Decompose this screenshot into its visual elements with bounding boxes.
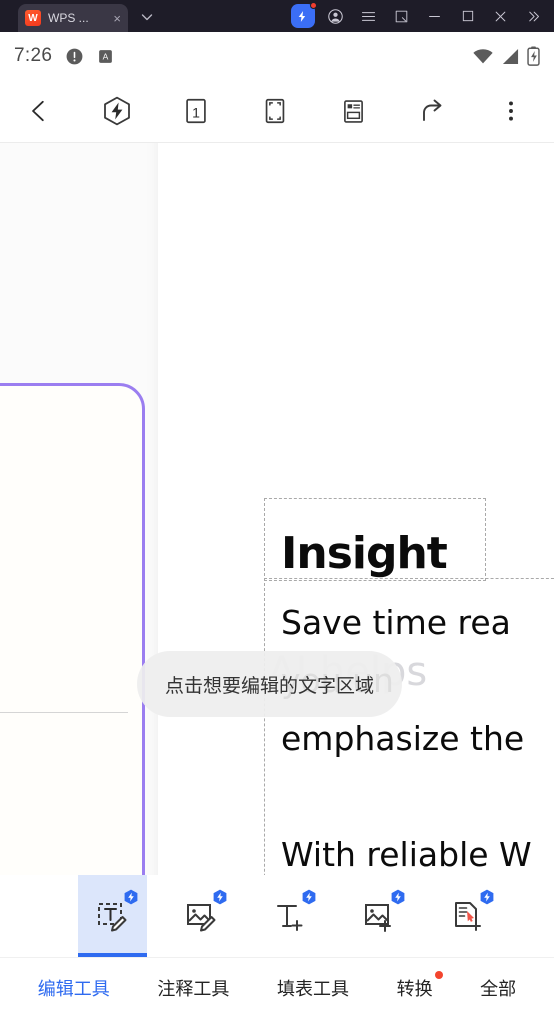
- page-box-icon: 1: [186, 98, 206, 124]
- wifi-icon: [472, 48, 494, 65]
- text-region-selection-body[interactable]: [264, 578, 554, 875]
- tab-annotate-tools[interactable]: 注释工具: [155, 971, 231, 1005]
- tool-strip: [0, 875, 554, 957]
- minimize-button[interactable]: [418, 0, 451, 32]
- tab-label: 编辑工具: [37, 979, 110, 1000]
- list-item: e, targeting: [0, 626, 128, 656]
- tab-label: 转换: [396, 979, 433, 1000]
- browser-titlebar: W WPS ... ×: [0, 0, 554, 32]
- tab-form-tools[interactable]: 填表工具: [275, 971, 351, 1005]
- wps-logo-icon: W: [25, 10, 41, 26]
- share-button[interactable]: [410, 89, 454, 133]
- maximize-icon: [462, 10, 473, 22]
- alert-circle-icon: [65, 47, 84, 66]
- window-controls: [286, 0, 550, 32]
- crop-scan-button[interactable]: [253, 89, 297, 133]
- ai-hexagon-button[interactable]: [95, 89, 139, 133]
- cellular-signal-icon: [501, 48, 520, 65]
- ai-lightning-badge: [479, 889, 495, 905]
- menu-button[interactable]: [352, 0, 385, 32]
- list-item: igerian: [0, 656, 128, 686]
- toolbar-icons: 1: [78, 89, 554, 133]
- bottom-tab-bar: 编辑工具 注释工具 填表工具 转换 全部: [0, 957, 554, 1018]
- status-badge: [434, 971, 443, 979]
- tab-edit-tools[interactable]: 编辑工具: [36, 971, 112, 1005]
- double-chevron-right-icon: [529, 11, 539, 21]
- ai-lightning-badge: [301, 889, 317, 905]
- browser-tab-title: WPS ...: [48, 11, 89, 25]
- outline-button[interactable]: [331, 89, 375, 133]
- hamburger-icon: [361, 11, 376, 21]
- tab-label: 全部: [480, 979, 517, 1000]
- list-item: ia is an: [0, 416, 128, 446]
- edit-text-tool[interactable]: [78, 875, 147, 957]
- document-viewer[interactable]: ia is an vith a strong e in various d be…: [0, 143, 554, 875]
- app-toolbar: 1: [0, 80, 554, 142]
- app-root: W WPS ... × 7:26 A 1 Insight Save time r…: [0, 0, 554, 1018]
- phone-status-bar: 7:26 A: [0, 32, 554, 80]
- edit-hint-tooltip: 点击想要编辑的文字区域: [137, 651, 403, 717]
- browser-tab[interactable]: W WPS ... ×: [18, 4, 128, 32]
- lightning-icon: [298, 10, 306, 22]
- three-dots-vertical-icon: [508, 101, 513, 121]
- ai-lightning-badge: [212, 889, 228, 905]
- add-text-tool[interactable]: [256, 875, 325, 957]
- notification-dot: [309, 2, 317, 9]
- document-page-previous[interactable]: ia is an vith a strong e in various d be…: [0, 383, 145, 875]
- tab-label: 注释工具: [157, 979, 230, 1000]
- text-region-selection-title[interactable]: [264, 498, 486, 581]
- close-button[interactable]: [484, 0, 517, 32]
- back-chevron-icon: [32, 100, 44, 122]
- page-number-label: 1: [192, 105, 200, 121]
- battery-charging-icon: [527, 46, 540, 66]
- tab-all[interactable]: 全部: [478, 971, 518, 1005]
- add-page-tool[interactable]: [434, 875, 503, 957]
- hexagon-lightning-icon: [104, 96, 131, 126]
- ai-lightning-button[interactable]: [286, 0, 319, 32]
- edit-image-tool[interactable]: [167, 875, 236, 957]
- ai-lightning-badge: [123, 889, 139, 905]
- minimize-icon: [429, 15, 440, 17]
- crop-frame-icon: [265, 98, 284, 124]
- status-time: 7:26: [14, 45, 53, 66]
- close-icon: [495, 11, 506, 21]
- edit-hint-text: 点击想要编辑的文字区域: [165, 674, 375, 697]
- account-avatar[interactable]: [319, 0, 352, 32]
- a-box-icon: A: [97, 48, 114, 65]
- status-right-icons: [472, 46, 540, 66]
- add-image-tool[interactable]: [345, 875, 414, 957]
- screenshot-button[interactable]: [385, 0, 418, 32]
- list-item: ooth: [0, 596, 128, 626]
- divider: [0, 712, 128, 713]
- person-circle-icon: [328, 8, 343, 24]
- share-arrow-icon: [423, 99, 442, 121]
- tab-label: 填表工具: [276, 979, 349, 1000]
- chevron-down-icon[interactable]: [138, 8, 156, 26]
- list-item: vith a strong: [0, 446, 128, 476]
- document-outline-icon: [343, 99, 363, 123]
- ai-lightning-badge: [390, 889, 406, 905]
- list-item: product: [0, 735, 128, 765]
- svg-text:A: A: [103, 51, 109, 61]
- close-icon[interactable]: ×: [113, 12, 121, 25]
- list-item: d beverage.: [0, 506, 128, 536]
- maximize-button[interactable]: [451, 0, 484, 32]
- list-item: their: [0, 536, 128, 566]
- back-button[interactable]: [0, 98, 78, 124]
- tab-convert[interactable]: 转换: [395, 971, 443, 1005]
- more-button[interactable]: [489, 89, 533, 133]
- list-item: e in various: [0, 476, 128, 506]
- page-number-button[interactable]: 1: [174, 89, 218, 133]
- list-item: cing a new: [0, 566, 128, 596]
- capture-frame-icon: [395, 10, 408, 22]
- overflow-button[interactable]: [517, 0, 550, 32]
- list-item: ue to the: [0, 765, 128, 795]
- previous-page-content: ia is an vith a strong e in various d be…: [0, 386, 142, 875]
